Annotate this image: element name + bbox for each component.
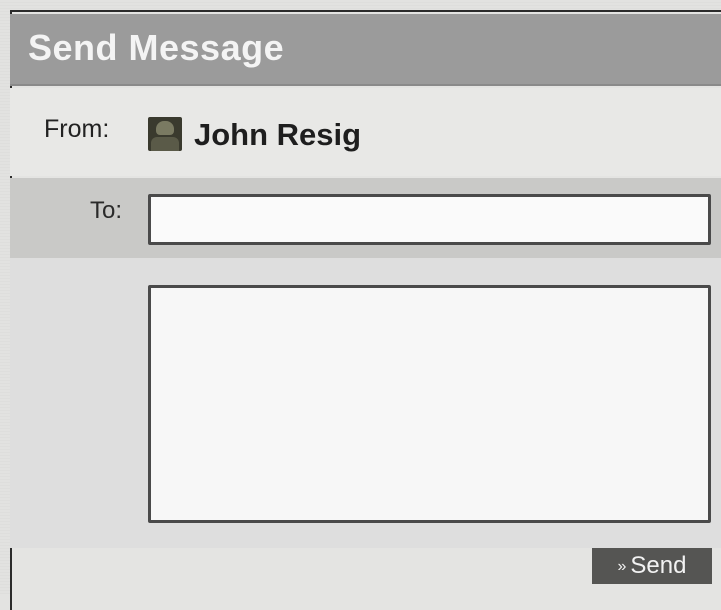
message-textarea[interactable] (148, 285, 711, 523)
send-arrow-icon: » (617, 558, 627, 575)
user-avatar-icon (148, 117, 182, 151)
from-label: From: (44, 115, 110, 143)
from-row (10, 88, 721, 176)
sender-name: John Resig (194, 117, 362, 152)
send-button[interactable]: » Send (592, 548, 712, 584)
to-label: To: (90, 197, 123, 224)
send-button-label: Send (630, 552, 687, 579)
dialog-title: Send Message (28, 27, 285, 68)
recipient-input[interactable] (148, 194, 711, 245)
